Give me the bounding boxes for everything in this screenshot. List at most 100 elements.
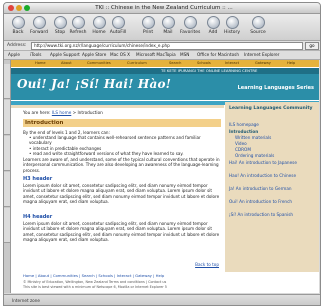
lorem-paragraph-2: Lorem ipsum dolor sit amet, consetetur s…: [23, 221, 220, 243]
main-column: Introduction By the end of levels 1 and …: [23, 119, 221, 270]
zoom-window-button[interactable]: [24, 5, 30, 11]
sidebar-item[interactable]: Video: [235, 141, 315, 146]
back-button[interactable]: Back: [8, 16, 28, 36]
topnav-item[interactable]: Communities: [87, 60, 111, 67]
autofill-icon: [111, 16, 125, 29]
topnav-item[interactable]: Search: [169, 60, 181, 67]
topnav-item[interactable]: Home: [35, 60, 46, 67]
stop-button[interactable]: Stop: [50, 16, 70, 36]
tki-strip: TE KETE IPURANGI THE ONLINE LEARNING CEN…: [11, 68, 319, 74]
toolbar-button-label: Stop: [54, 30, 66, 35]
favorite-link[interactable]: Microsoft MacTopia: [136, 52, 176, 58]
lorem-paragraph-1: Lorem ipsum dolor sit amet, consetetur s…: [23, 183, 220, 205]
sidebar-item[interactable]: Introduction: [229, 129, 315, 134]
toolbar-button-label: History: [223, 30, 240, 35]
home-button[interactable]: Home: [89, 16, 109, 36]
favorite-link[interactable]: MSN: [180, 52, 189, 58]
favorites-side-tab[interactable]: [4, 64, 10, 99]
go-button[interactable]: go: [305, 42, 319, 50]
breadcrumb-home-link[interactable]: ILS home: [52, 110, 71, 115]
topnav-item[interactable]: About: [61, 60, 72, 67]
sidebar-item[interactable]: ¡Sí! An introduction to Spanish: [229, 212, 315, 217]
tki-strip-text: TE KETE IPURANGI THE ONLINE LEARNING CEN…: [161, 68, 258, 73]
scrapbook-side-tab[interactable]: [4, 172, 10, 207]
community-sidebar: Learning Languages Community ILS homepag…: [225, 102, 319, 272]
add-button[interactable]: Add: [203, 16, 223, 36]
favorites-icon: [183, 16, 197, 29]
source-icon: [251, 16, 265, 29]
stop-icon: [53, 16, 67, 29]
footer-nav[interactable]: Home | About | Communities | Search | Sc…: [23, 273, 164, 279]
topnav-item[interactable]: Help: [287, 60, 295, 67]
source-button[interactable]: Source: [248, 16, 268, 36]
banner-greeting: Oui! Ja! ¡Sí! Hai! Hào!: [17, 77, 172, 91]
refresh-button[interactable]: Refresh: [68, 16, 88, 36]
sidebar-item[interactable]: Ordering materials: [235, 153, 315, 158]
search-side-tab[interactable]: [4, 136, 10, 171]
browser-note: This site is best viewed with a minimum …: [23, 284, 167, 289]
forward-arrow-icon: [32, 16, 46, 29]
page-title: Introduction: [23, 119, 221, 127]
topnav-item[interactable]: Curriculum: [127, 60, 147, 67]
status-bar: Internet zone: [4, 294, 320, 305]
autofill-button[interactable]: AutoFill: [108, 16, 128, 36]
favorite-link[interactable]: Office for Macintosh: [197, 52, 239, 58]
address-input[interactable]: http://www.tki.org.nz/r/language/curricu…: [31, 42, 303, 50]
explorer-bar-tabs: [4, 60, 11, 293]
favorite-link[interactable]: Internet Explorer: [244, 52, 279, 58]
sidebar-item[interactable]: Written materials: [235, 135, 315, 140]
site-top-nav: Home About Communities Curriculum Search Scho…: [11, 60, 319, 67]
page-content: Home About Communities Curriculum Search Scho…: [11, 60, 319, 293]
toolbar-button-label: Add: [208, 30, 218, 35]
back-arrow-icon: [11, 16, 25, 29]
favorite-link[interactable]: Apple Support: [50, 52, 80, 58]
page-holder-side-tab[interactable]: [4, 208, 10, 243]
add-icon: [206, 16, 220, 29]
minimize-window-button[interactable]: [16, 5, 22, 11]
h4-header: H4 header: [23, 214, 53, 220]
favorites-bar: Apple iTools Apple Support Apple Store Mac O…: [4, 51, 320, 60]
series-title: Learning Languages Series: [237, 85, 314, 91]
status-text: Internet zone: [12, 298, 40, 303]
favorite-link[interactable]: Apple Store: [82, 52, 106, 58]
history-side-tab[interactable]: [4, 100, 10, 135]
footer-copyright: © Ministry of Education, Wellington, New…: [23, 280, 303, 289]
address-label: Address:: [7, 43, 27, 48]
list-item: read and write straightforward versions …: [29, 151, 219, 156]
mail-button[interactable]: Mail: [158, 16, 178, 36]
close-window-button[interactable]: [8, 5, 14, 11]
favorite-link[interactable]: Apple: [8, 52, 20, 58]
toolbar-button-label: Source: [250, 30, 266, 35]
sidebar-item[interactable]: CDROM: [235, 147, 315, 152]
sidebar-item[interactable]: Ja! An introduction to German: [229, 186, 315, 191]
toolbar-button-label: Favorites: [180, 30, 201, 35]
h3-header: H3 header: [23, 176, 53, 182]
sidebar-item[interactable]: Hai! An introduction to Japanese: [229, 160, 315, 165]
forward-button[interactable]: Forward: [29, 16, 49, 36]
sidebar-item[interactable]: Oui! An introduction to French: [229, 199, 315, 204]
list-item: understand language that contains well-r…: [29, 135, 219, 146]
favorite-link[interactable]: iTools: [30, 52, 41, 58]
sidebar-item[interactable]: ILS homepage: [229, 122, 315, 127]
topnav-item[interactable]: Interact: [225, 60, 239, 67]
history-icon: [225, 16, 239, 29]
sidebar-item[interactable]: Hao! An introduction to Chinese: [229, 173, 315, 178]
breadcrumb-current: > Introduction: [71, 110, 103, 115]
history-button[interactable]: History: [222, 16, 242, 36]
mail-icon: [161, 16, 175, 29]
site-banner: TE KETE IPURANGI THE ONLINE LEARNING CEN…: [11, 68, 319, 100]
toolbar-button-label: Home: [92, 30, 106, 35]
favorite-link[interactable]: Mac OS X: [110, 52, 130, 58]
topnav-item[interactable]: Schools: [197, 60, 211, 67]
outcomes-list: understand language that contains well-r…: [29, 135, 219, 157]
title-bar: TKI :: Chinese in the New Zealand Curric…: [4, 3, 320, 14]
breadcrumb-prefix: You are here:: [23, 110, 51, 115]
topnav-item[interactable]: Gateway: [255, 60, 271, 67]
toolbar-button-label: Refresh: [69, 30, 87, 35]
toolbar-button-label: Print: [142, 30, 154, 35]
favorites-button[interactable]: Favorites: [180, 16, 200, 36]
back-to-top-link[interactable]: Back to top: [195, 262, 219, 268]
print-button[interactable]: Print: [138, 16, 158, 36]
refresh-icon: [71, 16, 85, 29]
toolbar-button-label: AutoFill: [109, 30, 127, 35]
